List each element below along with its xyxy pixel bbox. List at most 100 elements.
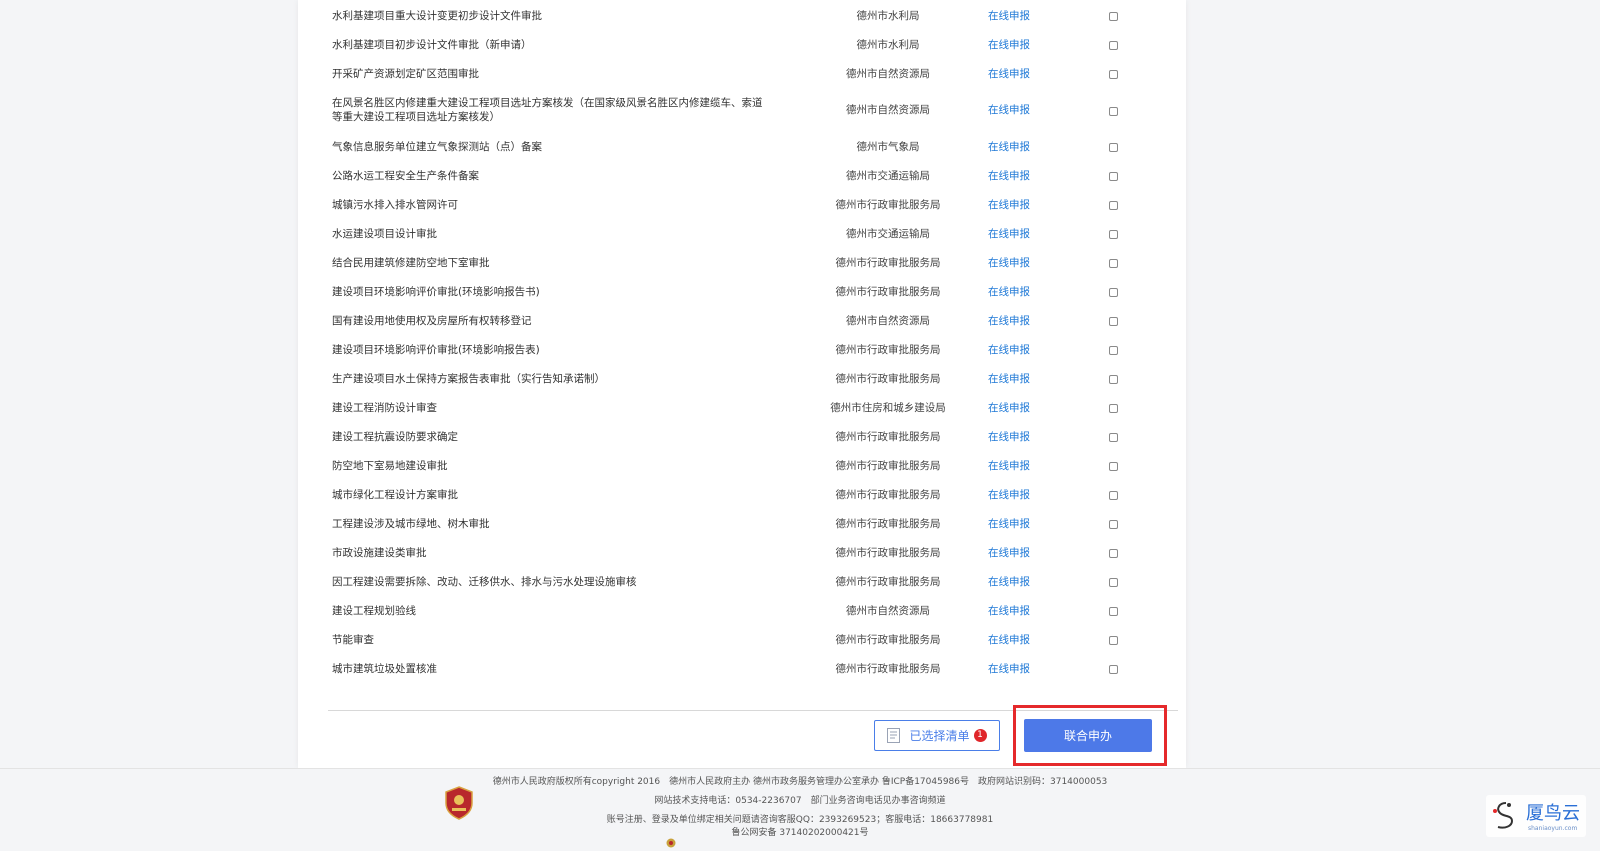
- department-name: 德州市自然资源局: [846, 605, 930, 617]
- apply-online-link[interactable]: 在线申报: [988, 459, 1030, 473]
- joint-apply-button[interactable]: 联合申办: [1024, 719, 1152, 752]
- select-checkbox[interactable]: [1109, 665, 1118, 674]
- matter-name: 建设工程消防设计审查: [332, 402, 437, 414]
- department-name: 德州市行政审批服务局: [835, 373, 941, 385]
- department-name: 德州市水利局: [856, 39, 920, 51]
- department-name: 德州市行政审批服务局: [835, 576, 941, 588]
- matter-name: 城镇污水排入排水管网许可: [332, 199, 458, 211]
- department-name: 德州市行政审批服务局: [835, 199, 941, 211]
- select-checkbox[interactable]: [1109, 578, 1118, 587]
- apply-online-link[interactable]: 在线申报: [988, 9, 1030, 23]
- department-name: 德州市行政审批服务局: [835, 460, 941, 472]
- bird-logo-icon: [1493, 802, 1514, 829]
- apply-online-link[interactable]: 在线申报: [988, 198, 1030, 212]
- select-checkbox[interactable]: [1109, 462, 1118, 471]
- matter-name: 建设项目环境影响评价审批(环境影响报告表): [332, 344, 540, 356]
- select-checkbox[interactable]: [1109, 288, 1118, 297]
- select-checkbox[interactable]: [1109, 549, 1118, 558]
- footer-police-record: 鲁公网安备 37140202000421号: [731, 828, 869, 838]
- apply-online-link[interactable]: 在线申报: [988, 67, 1030, 81]
- select-checkbox[interactable]: [1109, 607, 1118, 616]
- matter-name: 气象信息服务单位建立气象探测站（点）备案: [332, 141, 542, 153]
- department-name: 德州市行政审批服务局: [835, 663, 941, 675]
- matter-name: 城市绿化工程设计方案审批: [332, 489, 458, 501]
- department-name: 德州市交通运输局: [846, 228, 930, 240]
- department-name: 德州市住房和城乡建设局: [830, 402, 946, 414]
- apply-online-link[interactable]: 在线申报: [988, 401, 1030, 415]
- select-checkbox[interactable]: [1109, 259, 1118, 268]
- department-name: 德州市自然资源局: [846, 68, 930, 80]
- apply-online-link[interactable]: 在线申报: [988, 546, 1030, 560]
- apply-online-link[interactable]: 在线申报: [988, 343, 1030, 357]
- select-checkbox[interactable]: [1109, 201, 1118, 210]
- matter-name: 公路水运工程安全生产条件备案: [332, 170, 479, 182]
- matter-name: 结合民用建筑修建防空地下室审批: [332, 257, 490, 269]
- footer-copyright: 德州市人民政府版权所有copyright 2016 德州市人民政府主办 德州市政…: [492, 777, 1108, 787]
- matter-name: 水利基建项目初步设计文件审批（新申请）: [332, 39, 532, 51]
- selected-list-button[interactable]: 已选择清单 1: [874, 720, 1000, 751]
- footer-helpdesk: 账号注册、登录及单位绑定相关问题请咨询客服QQ：2393269523；客服电话：…: [606, 815, 994, 825]
- document-list-icon: [887, 728, 901, 743]
- select-checkbox[interactable]: [1109, 375, 1118, 384]
- selected-count-badge: 1: [973, 729, 987, 742]
- apply-online-link[interactable]: 在线申报: [988, 604, 1030, 618]
- select-checkbox[interactable]: [1109, 346, 1118, 355]
- footer: 德州市人民政府版权所有copyright 2016 德州市人民政府主办 德州市政…: [0, 768, 1600, 851]
- select-checkbox[interactable]: [1109, 107, 1118, 116]
- select-checkbox[interactable]: [1109, 317, 1118, 326]
- department-name: 德州市自然资源局: [846, 315, 930, 327]
- select-checkbox[interactable]: [1109, 404, 1118, 413]
- apply-online-link[interactable]: 在线申报: [988, 430, 1030, 444]
- select-checkbox[interactable]: [1109, 70, 1118, 79]
- matter-name: 开采矿产资源划定矿区范围审批: [332, 68, 479, 80]
- matters-panel: 水利基建项目重大设计变更初步设计文件审批 德州市水利局 在线申报 水利基建项目初步设计…: [298, 0, 1186, 768]
- footer-support: 网站技术支持电话：0534-2236707 部门业务咨询电话见办事咨询频道: [654, 796, 946, 806]
- department-name: 德州市自然资源局: [846, 104, 930, 116]
- department-name: 德州市气象局: [856, 141, 920, 153]
- apply-online-link[interactable]: 在线申报: [988, 575, 1030, 589]
- matter-name: 国有建设用地使用权及房屋所有权转移登记: [332, 315, 532, 327]
- apply-online-link[interactable]: 在线申报: [988, 38, 1030, 52]
- watermark-title: 厦鸟云: [1526, 803, 1580, 824]
- select-checkbox[interactable]: [1109, 491, 1118, 500]
- select-checkbox[interactable]: [1109, 636, 1118, 645]
- department-name: 德州市行政审批服务局: [835, 257, 941, 269]
- apply-online-link[interactable]: 在线申报: [988, 372, 1030, 386]
- matter-name: 防空地下室易地建设审批: [332, 460, 448, 472]
- apply-online-link[interactable]: 在线申报: [988, 227, 1030, 241]
- selected-list-label: 已选择清单: [909, 729, 970, 743]
- watermark: 厦鸟云 shaniaoyun.com: [1486, 795, 1586, 837]
- department-name: 德州市行政审批服务局: [835, 489, 941, 501]
- apply-online-link[interactable]: 在线申报: [988, 633, 1030, 647]
- apply-online-link[interactable]: 在线申报: [988, 517, 1030, 531]
- matter-name: 建设项目环境影响评价审批(环境影响报告书): [332, 286, 540, 298]
- select-checkbox[interactable]: [1109, 433, 1118, 442]
- matter-name: 建设工程规划验线: [332, 605, 416, 617]
- apply-online-link[interactable]: 在线申报: [988, 140, 1030, 154]
- select-checkbox[interactable]: [1109, 41, 1118, 50]
- apply-online-link[interactable]: 在线申报: [988, 662, 1030, 676]
- department-name: 德州市行政审批服务局: [835, 547, 941, 559]
- government-emblem-icon: [445, 786, 473, 820]
- apply-online-link[interactable]: 在线申报: [988, 256, 1030, 270]
- department-name: 德州市水利局: [856, 10, 920, 22]
- select-checkbox[interactable]: [1109, 520, 1118, 529]
- matter-name: 水利基建项目重大设计变更初步设计文件审批: [332, 10, 542, 22]
- select-checkbox[interactable]: [1109, 12, 1118, 21]
- select-checkbox[interactable]: [1109, 230, 1118, 239]
- department-name: 德州市行政审批服务局: [835, 431, 941, 443]
- watermark-subtitle: shaniaoyun.com: [1528, 825, 1578, 832]
- matter-name: 节能审查: [332, 634, 374, 646]
- apply-online-link[interactable]: 在线申报: [988, 169, 1030, 183]
- matter-name: 因工程建设需要拆除、改动、迁移供水、排水与污水处理设施审核: [332, 576, 637, 588]
- matter-name: 在风景名胜区内修建重大建设工程项目选址方案核发（在国家级风景名胜区内修建缆车、索…: [332, 97, 763, 123]
- apply-online-link[interactable]: 在线申报: [988, 103, 1030, 117]
- select-checkbox[interactable]: [1109, 172, 1118, 181]
- police-badge-icon: [666, 838, 676, 848]
- matter-name: 水运建设项目设计审批: [332, 228, 437, 240]
- department-name: 德州市行政审批服务局: [835, 344, 941, 356]
- apply-online-link[interactable]: 在线申报: [988, 488, 1030, 502]
- select-checkbox[interactable]: [1109, 143, 1118, 152]
- apply-online-link[interactable]: 在线申报: [988, 314, 1030, 328]
- apply-online-link[interactable]: 在线申报: [988, 285, 1030, 299]
